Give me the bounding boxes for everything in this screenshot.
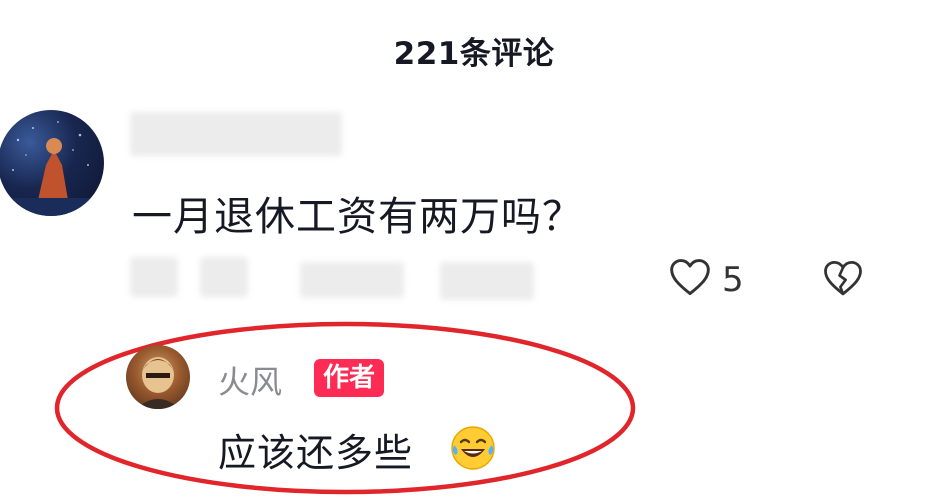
blurred-username bbox=[130, 112, 342, 156]
author-avatar[interactable] bbox=[126, 345, 190, 409]
blurred-meta-4 bbox=[440, 262, 534, 300]
blurred-meta-1 bbox=[130, 257, 178, 297]
like-button[interactable]: 5 bbox=[668, 256, 744, 304]
blurred-meta-2 bbox=[200, 257, 248, 297]
comment-text: 一月退休工资有两万吗？ bbox=[132, 194, 583, 240]
comment-count-title: 221条评论 bbox=[393, 36, 555, 72]
author-badge: 作者 bbox=[314, 359, 385, 397]
broken-heart-icon bbox=[822, 260, 864, 304]
blurred-meta-3 bbox=[300, 262, 404, 298]
dislike-button[interactable] bbox=[822, 258, 864, 304]
author-name[interactable]: 火风 bbox=[218, 357, 282, 403]
like-count: 5 bbox=[722, 260, 744, 300]
heart-outline-icon bbox=[668, 256, 712, 304]
reply-text: 应该还多些 bbox=[218, 431, 414, 475]
laughing-tears-emoji bbox=[450, 425, 496, 475]
commenter-avatar[interactable] bbox=[0, 110, 104, 216]
